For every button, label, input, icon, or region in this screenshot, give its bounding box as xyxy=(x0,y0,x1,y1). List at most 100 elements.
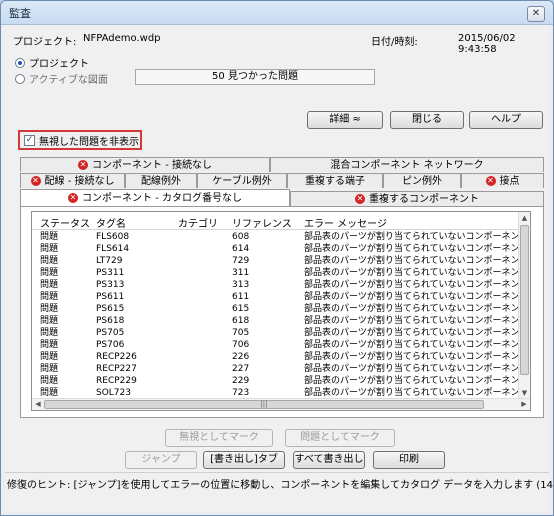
table-row[interactable]: 問題 FLS608 608 部品表のパーツが割り当てられていないコンポーネント xyxy=(32,231,518,243)
cell-tag: PS313 xyxy=(96,280,125,290)
error-icon: ✕ xyxy=(78,160,89,170)
cell-error-message: 部品表のパーツが割り当てられていないコンポーネント xyxy=(304,304,518,314)
horizontal-scroll-thumb[interactable]: ||| xyxy=(44,400,484,409)
cell-reference: 311 xyxy=(232,268,250,278)
issue-list-header: ステータス タグ名 カテゴリ リファレンス エラー メッセージ xyxy=(32,212,518,230)
table-row[interactable]: 問題 PS706 706 部品表のパーツが割り当てられていないコンポーネント xyxy=(32,339,518,351)
vertical-scrollbar[interactable]: ▲ ▼ xyxy=(518,212,530,399)
divider xyxy=(5,472,549,473)
cell-reference: 611 xyxy=(232,292,250,302)
tab-label: 混合コンポーネント ネットワーク xyxy=(330,159,484,171)
cell-tag: FLS608 xyxy=(96,232,130,242)
cell-status: 問題 xyxy=(40,256,59,266)
tab-label: 配線 - 接続なし xyxy=(44,175,115,187)
cell-reference: 614 xyxy=(232,244,250,254)
cell-status: 問題 xyxy=(40,304,59,314)
table-row[interactable]: 問題 PS615 615 部品表のパーツが割り当てられていないコンポーネント xyxy=(32,303,518,315)
print-button[interactable]: 印刷 xyxy=(373,451,445,469)
cell-tag: PS706 xyxy=(96,340,125,350)
mark-ignored-button[interactable]: 無視としてマーク xyxy=(165,429,273,447)
window-title: 監査 xyxy=(9,6,31,20)
tab-label: 重複するコンポーネント xyxy=(369,193,479,205)
tab-wire-no-connection[interactable]: ✕ 配線 - 接続なし xyxy=(20,173,125,188)
table-row[interactable]: 問題 PS311 311 部品表のパーツが割り当てられていないコンポーネント xyxy=(32,267,518,279)
scope-active-drawing-radio[interactable]: アクティブな図面 xyxy=(15,71,108,86)
datetime-label: 日付/時刻: xyxy=(371,37,418,48)
cell-tag: RECP226 xyxy=(96,352,137,362)
col-reference[interactable]: リファレンス xyxy=(232,215,292,230)
cell-tag: RECP227 xyxy=(96,364,137,374)
table-row[interactable]: 問題 RECP227 227 部品表のパーツが割り当てられていないコンポーネント xyxy=(32,363,518,375)
error-icon: ✕ xyxy=(68,193,79,203)
tab-label: ケーブル例外 xyxy=(212,175,272,187)
scope-project-label: プロジェクト xyxy=(29,59,89,70)
table-row[interactable]: 問題 FLS614 614 部品表のパーツが割り当てられていないコンポーネント xyxy=(32,243,518,255)
col-category[interactable]: カテゴリ xyxy=(178,215,218,230)
repair-hint: 修復のヒント: [ジャンプ]を使用してエラーの位置に移動し、コンポーネントを編集… xyxy=(7,480,554,491)
cell-status: 問題 xyxy=(40,328,59,338)
tab-contacts[interactable]: ✕ 接点 xyxy=(461,173,544,188)
cell-reference: 226 xyxy=(232,352,250,362)
tab-label: ピン例外 xyxy=(402,175,442,187)
cell-error-message: 部品表のパーツが割り当てられていないコンポーネント xyxy=(304,376,518,386)
scroll-up-arrow-icon[interactable]: ▲ xyxy=(519,212,530,224)
cell-status: 問題 xyxy=(40,364,59,374)
info-row: プロジェクト: NFPAdemo.wdp 日付/時刻: 2015/06/02 9… xyxy=(13,33,541,55)
col-error-message[interactable]: エラー メッセージ xyxy=(304,215,387,230)
audit-dialog: 監査 ✕ プロジェクト: NFPAdemo.wdp 日付/時刻: 2015/06… xyxy=(0,0,554,516)
mark-issue-button[interactable]: 問題としてマーク xyxy=(285,429,395,447)
scope-active-drawing-label: アクティブな図面 xyxy=(29,75,108,86)
cell-error-message: 部品表のパーツが割り当てられていないコンポーネント xyxy=(304,268,518,278)
scope-project-radio[interactable]: プロジェクト xyxy=(15,55,89,70)
cell-reference: 229 xyxy=(232,376,250,386)
write-tab-button[interactable]: [書き出し]タブ xyxy=(203,451,285,469)
table-row[interactable]: 問題 PS611 611 部品表のパーツが割り当てられていないコンポーネント xyxy=(32,291,518,303)
table-row[interactable]: 問題 PS618 618 部品表のパーツが割り当てられていないコンポーネント xyxy=(32,315,518,327)
help-button[interactable]: ヘルプ xyxy=(469,111,543,129)
hide-ignored-checkbox[interactable]: ✓ 無視した問題を非表示 xyxy=(18,130,142,150)
tab-wire-exception[interactable]: 配線例外 xyxy=(125,173,197,188)
cell-error-message: 部品表のパーツが割り当てられていないコンポーネント xyxy=(304,364,518,374)
table-row[interactable]: 問題 LT729 729 部品表のパーツが割り当てられていないコンポーネント xyxy=(32,255,518,267)
col-status[interactable]: ステータス xyxy=(40,215,90,230)
col-tag[interactable]: タグ名 xyxy=(96,215,126,230)
close-button[interactable]: 閉じる xyxy=(390,111,464,129)
cell-error-message: 部品表のパーツが割り当てられていないコンポーネント xyxy=(304,292,518,302)
scroll-right-arrow-icon[interactable]: ▶ xyxy=(518,399,530,410)
cell-error-message: 部品表のパーツが割り当てられていないコンポーネント xyxy=(304,232,518,242)
tab-mixed-component-network[interactable]: 混合コンポーネント ネットワーク xyxy=(270,157,544,172)
details-button[interactable]: 詳細 ≈ xyxy=(307,111,383,129)
vertical-scroll-thumb[interactable] xyxy=(520,225,529,375)
tab-component-no-connection[interactable]: ✕ コンポーネント - 接続なし xyxy=(20,157,270,172)
tab-label: 接点 xyxy=(499,175,520,187)
horizontal-scrollbar[interactable]: ◀ ||| ▶ xyxy=(32,398,530,410)
tab-pin-exception[interactable]: ピン例外 xyxy=(383,173,461,188)
tab-row-2: ✕ 配線 - 接続なし 配線例外 ケーブル例外 重複する端子 ピン例外 ✕ 接点 xyxy=(20,173,544,188)
table-row[interactable]: 問題 RECP226 226 部品表のパーツが割り当てられていないコンポーネント xyxy=(32,351,518,363)
tab-duplicate-component[interactable]: ✕ 重複するコンポーネント xyxy=(290,191,544,206)
write-all-button[interactable]: すべて書き出し xyxy=(293,451,365,469)
cell-status: 問題 xyxy=(40,244,59,254)
cell-reference: 615 xyxy=(232,304,250,314)
table-row[interactable]: 問題 PS313 313 部品表のパーツが割り当てられていないコンポーネント xyxy=(32,279,518,291)
tab-duplicate-terminal[interactable]: 重複する端子 xyxy=(287,173,383,188)
table-row[interactable]: 問題 RECP229 229 部品表のパーツが割り当てられていないコンポーネント xyxy=(32,375,518,387)
error-icon: ✕ xyxy=(485,176,496,186)
found-count: 50 見つかった問題 xyxy=(135,69,375,85)
cell-tag: PS705 xyxy=(96,328,125,338)
tab-cable-exception[interactable]: ケーブル例外 xyxy=(197,173,287,188)
cell-reference: 313 xyxy=(232,280,250,290)
project-label: プロジェクト: xyxy=(13,37,77,48)
cell-status: 問題 xyxy=(40,352,59,362)
datetime-value: 2015/06/02 9:43:58 xyxy=(458,33,516,55)
radio-selected-indicator xyxy=(15,57,25,68)
error-icon: ✕ xyxy=(30,176,41,186)
error-icon: ✕ xyxy=(355,194,365,204)
cell-status: 問題 xyxy=(40,376,59,386)
table-row[interactable]: 問題 PS705 705 部品表のパーツが割り当てられていないコンポーネント xyxy=(32,327,518,339)
jump-button[interactable]: ジャンプ xyxy=(125,451,197,469)
issue-list[interactable]: ステータス タグ名 カテゴリ リファレンス エラー メッセージ 問題 FLS608… xyxy=(31,211,531,411)
close-window-button[interactable]: ✕ xyxy=(527,6,545,22)
scroll-left-arrow-icon[interactable]: ◀ xyxy=(32,399,44,410)
tab-component-no-catalog[interactable]: ✕ コンポーネント - カタログ番号なし xyxy=(20,189,290,206)
